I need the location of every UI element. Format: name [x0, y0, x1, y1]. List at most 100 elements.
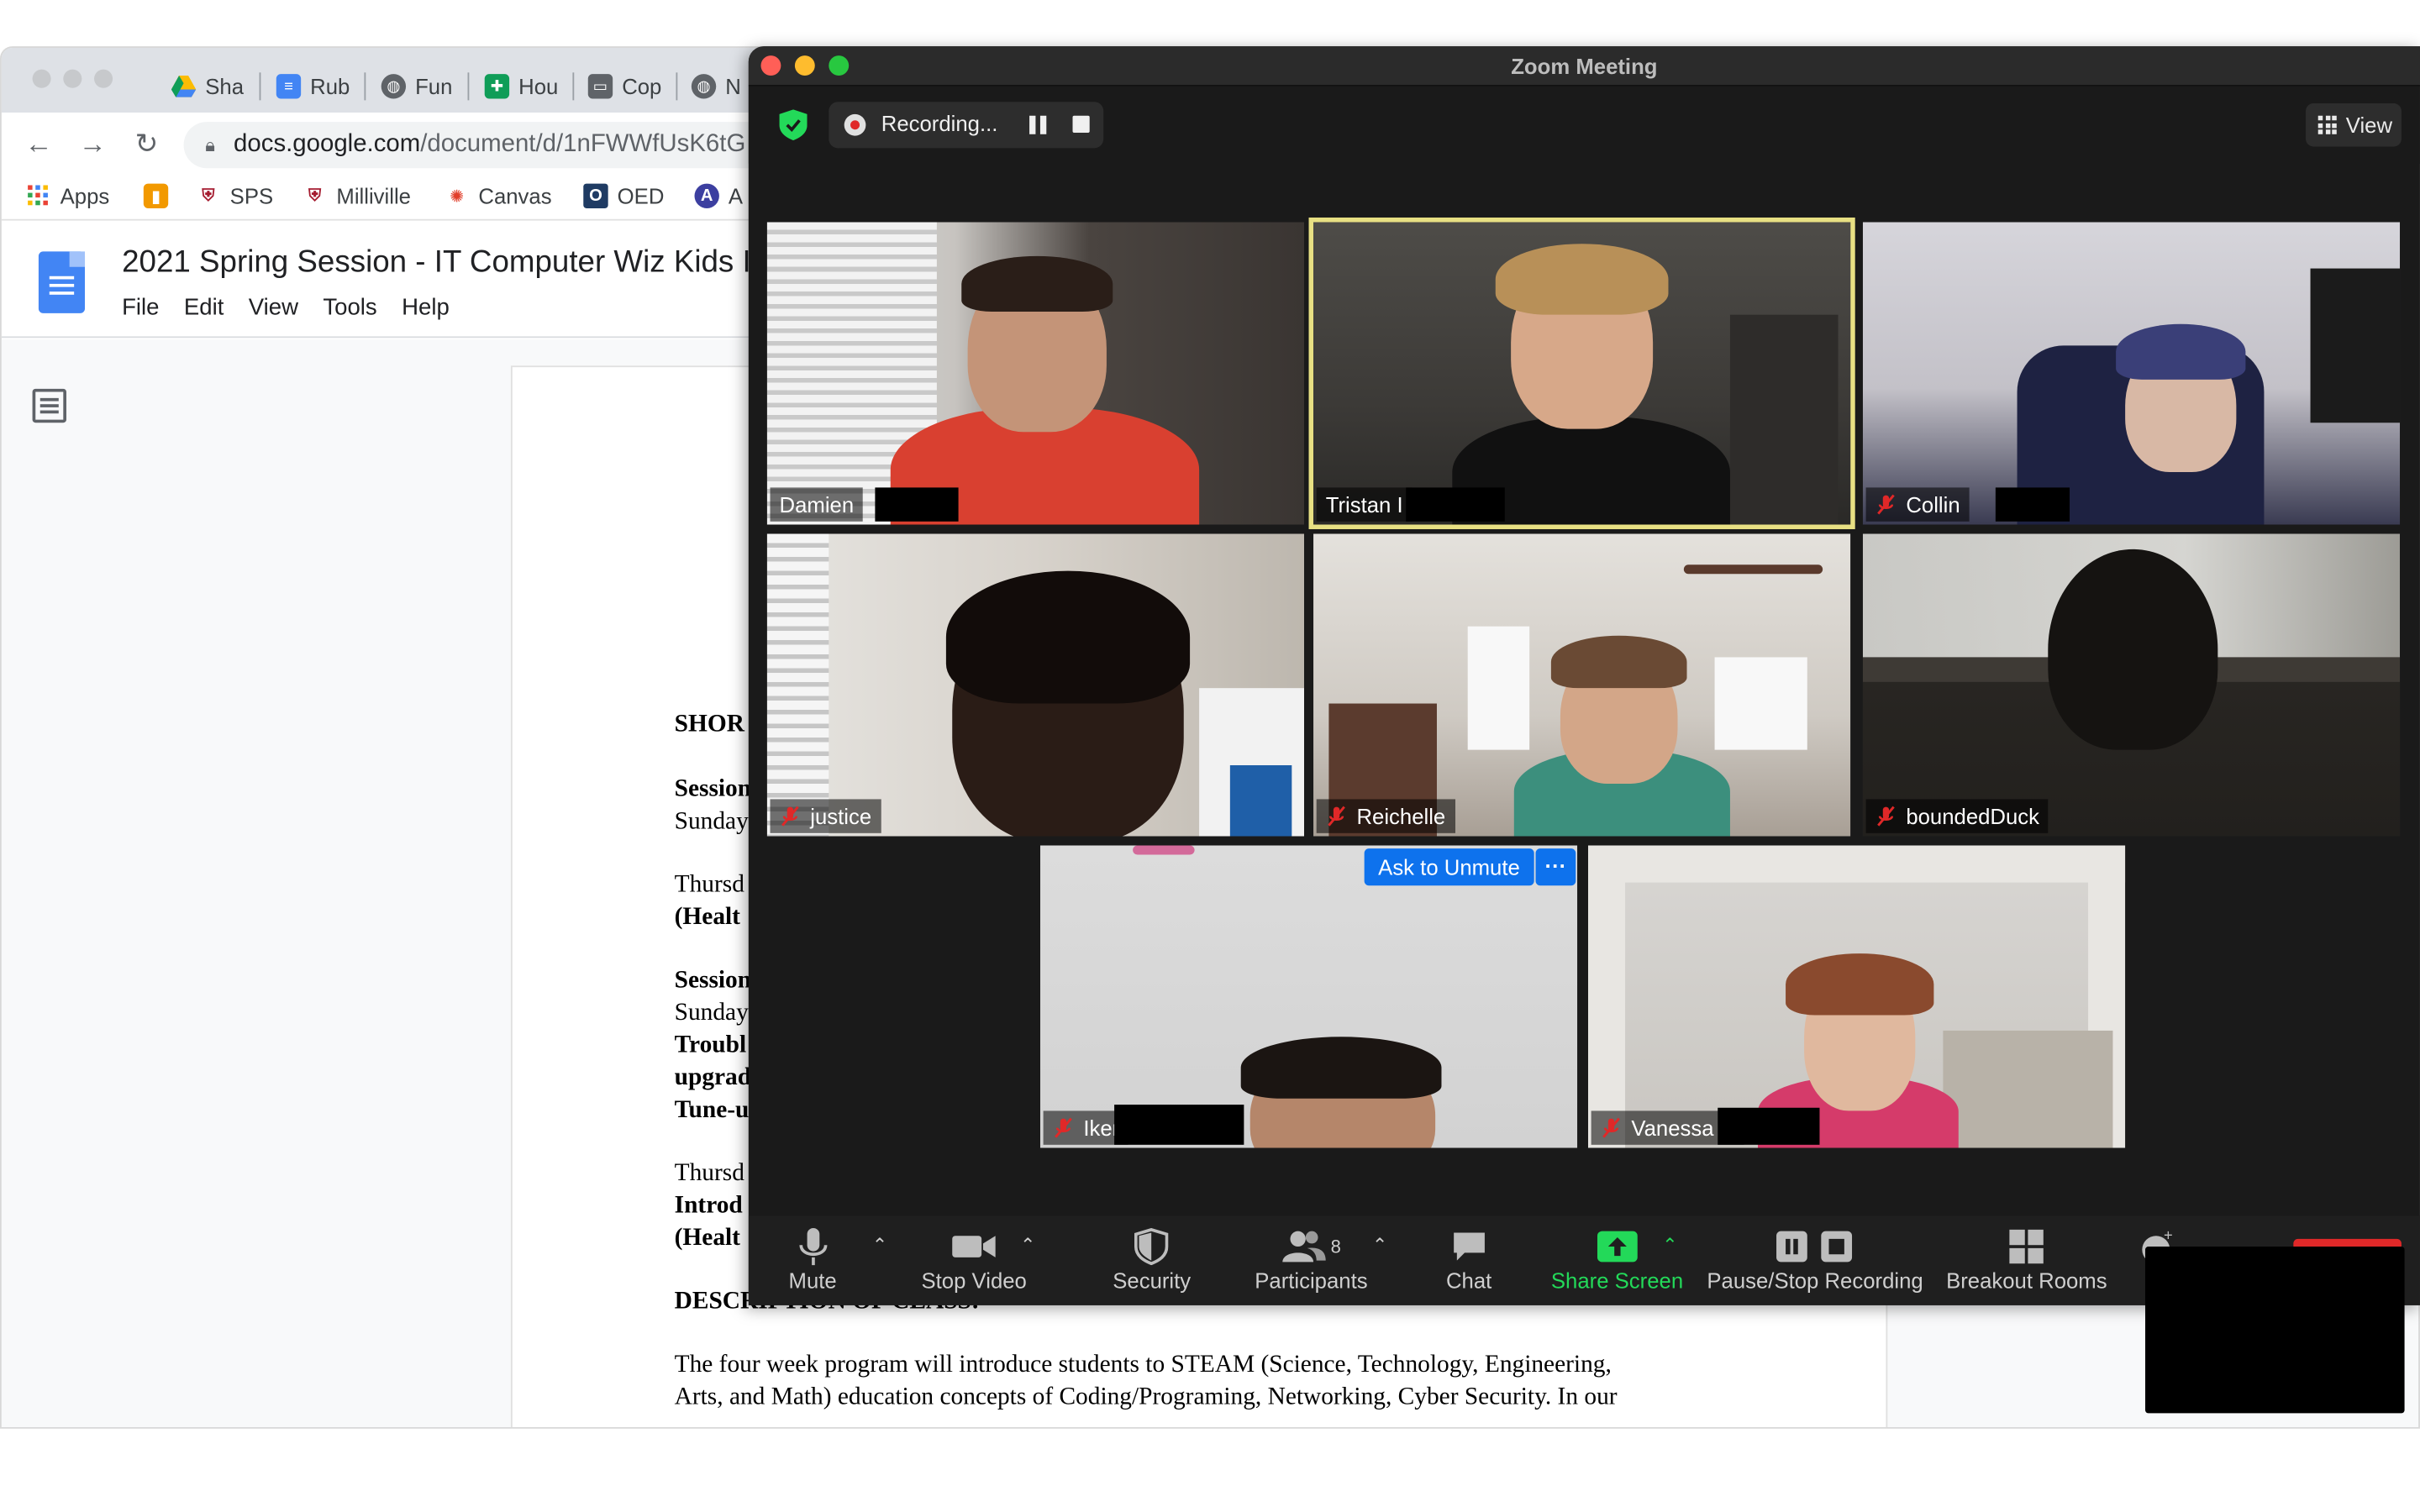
desktop: Sha ≡ Rub ◍ Fun ✚ Hou ▭ Cop ◍ N ← → ↻ 🔒︎…: [0, 0, 2420, 1512]
bookmark-canvas[interactable]: ✺ Canvas: [445, 184, 551, 208]
share-options-caret-icon[interactable]: ⌃: [1662, 1234, 1677, 1256]
video-tile-collin[interactable]: Collin: [1862, 222, 2401, 525]
stop-video-button[interactable]: Stop Video: [922, 1225, 1027, 1302]
participant-name-tag: Tristan I: [1316, 487, 1413, 522]
tab-divider: [259, 72, 261, 101]
forward-arrow-icon[interactable]: →: [74, 125, 111, 162]
pause-stop-recording-button[interactable]: Pause/Stop Recording: [1707, 1225, 1923, 1302]
doc-line: Troubl: [674, 1032, 747, 1058]
menu-help[interactable]: Help: [402, 295, 450, 321]
zoom-window: Zoom Meeting Recording... View Damien Tr…: [748, 46, 2420, 1305]
canvas-icon: ✺: [450, 187, 465, 207]
browser-tab[interactable]: Sha: [171, 66, 244, 107]
video-tile-damien[interactable]: Damien: [766, 222, 1305, 525]
bookmark-item[interactable]: ▮: [143, 183, 169, 208]
breakout-rooms-button[interactable]: Breakout Rooms: [1946, 1225, 2107, 1302]
video-options-caret-icon[interactable]: ⌃: [1020, 1234, 1035, 1256]
participants-options-caret-icon[interactable]: ⌃: [1372, 1234, 1387, 1256]
browser-tab[interactable]: ≡ Rub: [276, 66, 350, 107]
security-button[interactable]: Security: [1113, 1225, 1191, 1302]
video-tile-reichelle[interactable]: Reichelle: [1313, 533, 1851, 837]
muted-mic-icon: [1326, 806, 1348, 827]
gallery-grid-icon: [2317, 115, 2337, 134]
video-tile-vanessa[interactable]: Vanessa S: [1587, 845, 2126, 1148]
bookmark-label: SPS: [229, 183, 274, 208]
record-dot-icon: [844, 113, 866, 136]
muted-mic-icon: [1053, 1117, 1075, 1139]
chat-label: Chat: [1445, 1268, 1492, 1294]
audio-options-caret-icon[interactable]: ⌃: [872, 1234, 887, 1256]
participants-button[interactable]: 8 Participants: [1255, 1225, 1368, 1302]
stop-recording-icon[interactable]: [1072, 115, 1090, 133]
browser-tab[interactable]: ▭ Cop: [587, 66, 661, 107]
participant-name: boundedDuck: [1906, 803, 2040, 829]
url-path: /document/d/1nFWWfUsK6tG: [420, 131, 746, 158]
bookmark-oed[interactable]: O OED: [583, 183, 664, 208]
stop-video-label: Stop Video: [921, 1268, 1027, 1294]
tab-label: Rub: [310, 74, 350, 99]
bookmark-apps[interactable]: Apps: [26, 184, 109, 208]
video-tile-boundedduck[interactable]: boundedDuck: [1862, 533, 2401, 837]
close-window-button[interactable]: [32, 69, 51, 88]
doc-line: Tune-u: [674, 1096, 750, 1124]
ask-to-unmute-button[interactable]: Ask to Unmute: [1364, 848, 1534, 886]
meeting-top-bar: Recording... View: [748, 86, 2420, 164]
video-tile-tristan[interactable]: Tristan I: [1308, 217, 1855, 529]
menu-tools[interactable]: Tools: [323, 295, 376, 321]
google-docs-logo-icon[interactable]: [38, 251, 86, 313]
docs-menu-bar: File Edit View Tools Help: [122, 295, 450, 321]
document-outline-icon[interactable]: [32, 388, 66, 423]
menu-edit[interactable]: Edit: [184, 295, 224, 321]
back-arrow-icon[interactable]: ←: [20, 125, 57, 162]
bookmark-sps[interactable]: ⛨ SPS: [196, 184, 273, 208]
muted-mic-icon: [1601, 1117, 1623, 1139]
mute-label: Mute: [788, 1268, 837, 1294]
recording-label: Recording...: [881, 111, 998, 136]
security-label: Security: [1113, 1268, 1192, 1294]
participant-name: Reichelle: [1356, 803, 1446, 829]
tab-label: Hou: [518, 74, 559, 99]
tile-more-options-button[interactable]: ···: [1535, 848, 1576, 886]
chat-bubble-icon: [1450, 1225, 1487, 1268]
video-tile-justice[interactable]: justice: [766, 533, 1305, 837]
share-screen-label: Share Screen: [1550, 1268, 1684, 1294]
tab-label: Fun: [415, 74, 453, 99]
participant-name-tag: boundedDuck: [1865, 799, 2049, 833]
participant-name: Damien: [779, 491, 855, 517]
browser-tab[interactable]: ◍ Fun: [381, 66, 453, 107]
google-drive-icon: [171, 74, 197, 98]
menu-file[interactable]: File: [122, 295, 159, 321]
globe-icon: ◍: [691, 74, 717, 99]
muted-mic-icon: [1876, 494, 1897, 516]
doc-line: Thursd: [674, 1160, 744, 1187]
url-host: docs.google.com: [234, 131, 421, 158]
reload-icon[interactable]: ↻: [128, 125, 165, 162]
participant-name: justice: [810, 803, 872, 829]
pause-recording-icon[interactable]: [1029, 115, 1048, 134]
browser-tab[interactable]: ◍ N: [691, 66, 741, 107]
recording-indicator: Recording...: [829, 102, 1104, 149]
participants-label: Participants: [1255, 1268, 1368, 1294]
zoom-title-bar: Zoom Meeting: [748, 46, 2420, 87]
participant-name: Tristan I: [1325, 491, 1403, 517]
tab-label: N: [725, 74, 741, 99]
tab-label: Sha: [205, 74, 245, 99]
maximize-window-button[interactable]: [94, 69, 113, 88]
minimize-window-button[interactable]: [63, 69, 82, 88]
breakout-rooms-label: Breakout Rooms: [1946, 1268, 2107, 1294]
shield-crest-icon: ⛨: [202, 186, 215, 205]
doc-line: Sunday: [674, 808, 749, 835]
document-title[interactable]: 2021 Spring Session - IT Computer Wiz Ki…: [122, 245, 768, 281]
menu-view[interactable]: View: [249, 295, 298, 321]
mute-button[interactable]: Mute: [789, 1225, 837, 1302]
encryption-shield-icon[interactable]: [776, 108, 810, 142]
doc-line: Sunday: [674, 1000, 749, 1026]
redaction-overlay: [2145, 1247, 2405, 1414]
chat-button[interactable]: Chat: [1446, 1225, 1491, 1302]
participant-name: Collin: [1906, 491, 1960, 517]
video-tile-iker[interactable]: Iker: [1039, 845, 1578, 1148]
bookmark-milliville[interactable]: ⛨ Milliville: [302, 184, 411, 208]
view-button[interactable]: View: [2306, 103, 2402, 147]
browser-tab[interactable]: ✚ Hou: [484, 66, 559, 107]
bookmark-a[interactable]: A A: [694, 183, 743, 208]
